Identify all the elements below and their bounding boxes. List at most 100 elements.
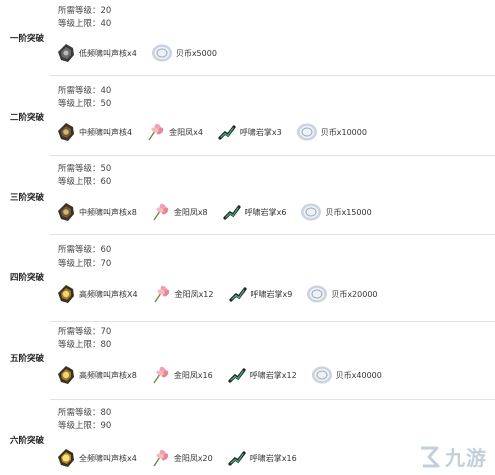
material-label: 呼啸岩掌x12 [249,370,297,380]
flower-icon [146,122,166,142]
material-item: 呼啸岩掌x3 [217,122,282,142]
material-label: 贝币x40000 [335,370,382,380]
material-list: 高频啸叫声核X4 金阳凤x12 呼啸岩掌x9 贝币x20000 [56,283,392,305]
flower-icon [151,365,171,385]
material-item: 金阳凤x4 [146,122,203,142]
core-bronze-icon [56,202,76,222]
core-gold-icon [56,365,76,385]
shell-coin-icon [300,202,322,222]
breakthrough-table: 所需等级：20 等级上限：40 一阶突破 低频啸叫声核x4 贝币x5000 所需… [0,0,495,475]
level-required: 所需等级：20 [58,6,112,16]
claw-icon [217,122,237,142]
material-list: 全频啸叫声核x4 金阳凤x20 呼啸岩掌x16 [56,447,311,469]
stage-row-2: 所需等级：40 等级上限：50 二阶突破 中频啸叫声核4 金阳凤x4 呼啸岩掌x… [0,80,495,156]
material-list: 中频啸叫声核x8 金阳凤x8 呼啸岩掌x6 贝币x15000 [56,201,386,223]
material-label: 贝币x20000 [331,289,378,299]
row-divider [50,321,495,322]
material-item: 贝币x10000 [296,122,367,142]
material-label: 中频啸叫声核4 [79,127,133,137]
claw-icon [228,284,248,304]
material-list: 高频啸叫声核x8 金阳凤x16 呼啸岩掌x12 贝币x40000 [56,364,396,386]
level-cap: 等级上限：70 [58,259,112,269]
material-label: 低频啸叫声核x4 [79,48,137,58]
level-cap: 等级上限：80 [58,340,112,350]
claw-icon [227,365,247,385]
stage-row-1: 所需等级：20 等级上限：40 一阶突破 低频啸叫声核x4 贝币x5000 [0,0,495,76]
material-label: 贝币x10000 [320,127,367,137]
watermark-text: 九游 [445,446,487,470]
flower-icon [151,202,171,222]
material-list: 低频啸叫声核x4 贝币x5000 [56,42,231,64]
material-label: 贝币x5000 [175,48,217,58]
claw-icon [222,202,242,222]
stage-row-5: 所需等级：70 等级上限：80 五阶突破 高频啸叫声核x8 金阳凤x16 呼啸岩… [0,324,495,400]
shell-coin-icon [311,365,333,385]
material-item: 呼啸岩掌x12 [227,365,297,385]
material-label: 高频啸叫声核X4 [79,289,138,299]
material-item: 全频啸叫声核x4 [56,448,137,468]
level-required: 所需等级：40 [58,86,112,96]
material-label: 金阳凤x20 [173,453,213,463]
stage-row-4: 所需等级：60 等级上限：70 四阶突破 高频啸叫声核X4 金阳凤x12 呼啸岩… [0,238,495,322]
material-item: 贝币x15000 [300,202,372,222]
core-gray-icon [56,43,76,63]
material-item: 贝币x20000 [306,284,378,304]
flower-icon [152,284,172,304]
level-cap: 等级上限：50 [58,99,112,109]
flower-icon [151,448,171,468]
material-item: 金阳凤x8 [151,202,208,222]
stage-label: 四阶突破 [10,273,45,283]
material-item: 低频啸叫声核x4 [56,43,137,63]
material-label: 金阳凤x12 [174,289,214,299]
material-label: 中频啸叫声核x8 [79,207,137,217]
stage-label: 三阶突破 [10,193,45,203]
material-item: 高频啸叫声核x8 [56,365,137,385]
material-item: 呼啸岩掌x6 [222,202,287,222]
jiuyou-logo-icon [417,444,443,470]
material-label: 金阳凤x8 [173,207,208,217]
core-gold-icon [56,448,76,468]
material-item: 贝币x40000 [311,365,382,385]
material-label: 贝币x15000 [325,207,372,217]
material-label: 呼啸岩掌x3 [239,127,282,137]
level-cap: 等级上限：40 [58,19,112,29]
material-item: 中频啸叫声核x8 [56,202,137,222]
stage-label: 六阶突破 [10,436,45,446]
shell-coin-icon [306,284,328,304]
row-divider [50,75,495,76]
level-cap: 等级上限：90 [58,421,112,431]
stage-label: 二阶突破 [10,113,45,123]
material-item: 呼啸岩掌x16 [227,448,297,468]
stage-label: 五阶突破 [10,354,45,364]
material-item: 金阳凤x16 [151,365,213,385]
material-label: 高频啸叫声核x8 [79,370,137,380]
material-item: 金阳凤x20 [151,448,213,468]
row-divider [50,155,495,156]
level-required: 所需等级：60 [58,245,112,255]
stage-row-3: 所需等级：50 等级上限：60 三阶突破 中频啸叫声核x8 金阳凤x8 呼啸岩掌… [0,158,495,234]
material-label: 金阳凤x16 [173,370,213,380]
material-label: 呼啸岩掌x16 [249,453,297,463]
stage-label: 一阶突破 [10,34,45,44]
level-required: 所需等级：50 [58,164,112,174]
row-divider [50,234,495,235]
claw-icon [227,448,247,468]
material-label: 金阳凤x4 [169,127,203,137]
material-item: 中频啸叫声核4 [56,122,132,142]
level-cap: 等级上限：60 [58,177,112,187]
shell-coin-icon [296,122,318,142]
material-item: 呼啸岩掌x9 [228,284,293,304]
level-required: 所需等级：80 [58,408,112,418]
watermark: 九游 [417,442,487,471]
material-item: 金阳凤x12 [152,284,214,304]
material-label: 全频啸叫声核x4 [79,453,137,463]
shell-coin-icon [151,43,173,63]
material-item: 贝币x5000 [151,43,217,63]
row-divider [50,399,495,400]
core-gold-icon [56,284,76,304]
material-item: 高频啸叫声核X4 [56,284,138,304]
material-list: 中频啸叫声核4 金阳凤x4 呼啸岩掌x3 贝币x10000 [56,121,381,143]
core-bronze-icon [56,122,76,142]
material-label: 呼啸岩掌x6 [244,207,287,217]
material-label: 呼啸岩掌x9 [250,289,293,299]
